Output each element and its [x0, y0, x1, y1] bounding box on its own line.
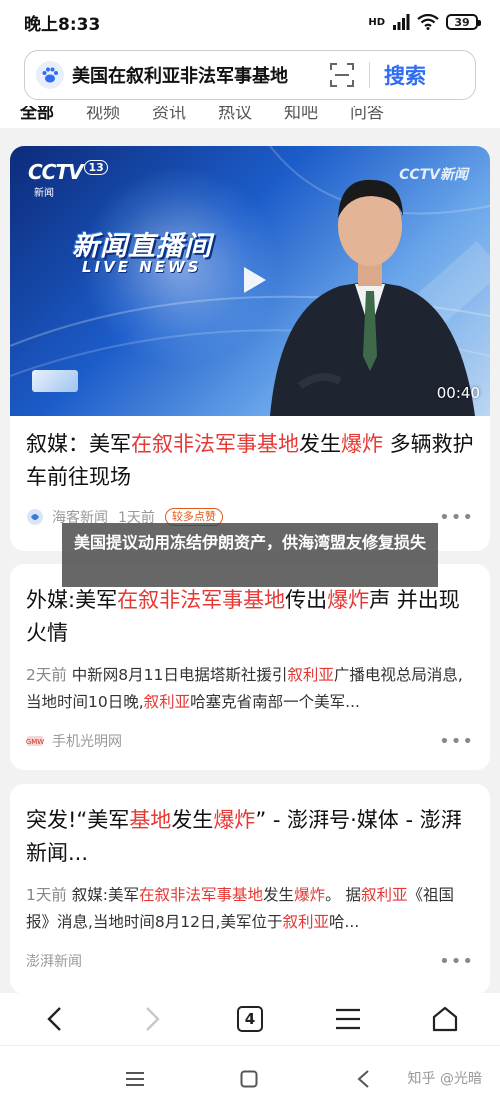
cellular-signal-icon [393, 14, 410, 30]
paw-icon [36, 61, 64, 89]
overlay-caption: 美国提议动用冻结伊朗资产，供海湾盟友修复损失 [62, 523, 438, 587]
svg-text:GMW: GMW [26, 738, 44, 746]
tab-qa[interactable]: 问答 [350, 106, 384, 123]
system-back-button[interactable] [348, 1066, 378, 1092]
result-source[interactable]: 澎湃新闻 [26, 951, 82, 971]
result-snippet: 2天前 中新网8月11日电据塔斯社援引叙利亚广播电视总局消息,当地时间10日晚,… [26, 666, 463, 711]
tab-all[interactable]: 全部 [20, 106, 54, 123]
system-back-icon [357, 1070, 369, 1088]
search-box[interactable]: 美国在叙利亚非法军事基地 搜索 [24, 50, 476, 100]
scan-icon[interactable] [329, 62, 355, 88]
chevron-left-icon [47, 1007, 61, 1031]
search-button[interactable]: 搜索 [384, 60, 426, 90]
result-meta: GMW 手机光明网 ••• [10, 730, 490, 752]
system-home-button[interactable] [234, 1066, 264, 1092]
recent-apps-icon [126, 1072, 144, 1086]
category-tabs: 全部 视频 资讯 热议 知吧 问答 [0, 106, 500, 128]
video-thumbnail[interactable]: CCTV 13 新闻 CCTV新闻 新闻直播间 LIVE NEWS 00:40 [10, 146, 490, 416]
tab-news[interactable]: 资讯 [152, 106, 186, 123]
chevron-right-icon [146, 1007, 161, 1031]
wifi-icon [417, 14, 439, 30]
source-logo-icon: GMW [26, 736, 44, 746]
tabs-button[interactable]: 4 [225, 999, 275, 1039]
status-bar: 晚上8:33 HD 39 [0, 0, 500, 44]
tab-count-icon: 4 [236, 1006, 263, 1032]
more-options-icon[interactable]: ••• [439, 951, 474, 972]
tab-video[interactable]: 视频 [86, 106, 120, 123]
result-title[interactable]: 突发!“美军基地发生爆炸” - 澎湃号·媒体 - 澎湃新闻... [10, 804, 490, 870]
news-anchor-figure [270, 179, 475, 416]
battery-icon: 39 [446, 14, 481, 30]
result-card[interactable]: CCTV13 新闻 CCTV新闻 新闻直播间 LIVE NEWS 00:40 [10, 146, 490, 551]
menu-button[interactable] [323, 999, 373, 1039]
tab-zhiba[interactable]: 知吧 [284, 106, 318, 123]
corner-graphic [32, 370, 78, 392]
more-options-icon[interactable]: ••• [439, 731, 474, 752]
search-header: 美国在叙利亚非法军事基地 搜索 [0, 44, 500, 106]
result-card[interactable]: 外媒:美军在叙非法军事基地传出爆炸声 并出现火情 2天前 中新网8月11日电据塔… [10, 564, 490, 770]
search-input[interactable]: 美国在叙利亚非法军事基地 [72, 62, 317, 88]
square-home-icon [240, 1070, 258, 1088]
status-time: 晚上8:33 [24, 14, 101, 35]
search-divider [369, 62, 370, 88]
browser-toolbar: 4 [0, 993, 500, 1045]
menu-icon [335, 1008, 360, 1030]
tab-discussion[interactable]: 热议 [218, 106, 252, 123]
result-title[interactable]: 外媒:美军在叙非法军事基地传出爆炸声 并出现火情 [10, 584, 490, 650]
program-subtitle: LIVE NEWS [82, 258, 202, 276]
system-navigation-bar: 知乎 @光暗 [0, 1045, 500, 1111]
watermark: 知乎 @光暗 [407, 1071, 482, 1087]
video-duration: 00:40 [436, 384, 480, 402]
recent-apps-button[interactable] [120, 1066, 150, 1092]
result-title[interactable]: 叙媒：美军在叙非法军事基地发生爆炸 多辆救护车前往现场 [10, 428, 490, 494]
result-source[interactable]: 手机光明网 [52, 731, 122, 751]
forward-button[interactable] [127, 999, 177, 1039]
result-meta: 澎湃新闻 ••• [10, 950, 490, 972]
more-options-icon[interactable]: ••• [439, 507, 474, 528]
result-snippet: 1天前 叙媒:美军在叙非法军事基地发生爆炸。 据叙利亚《祖国报》消息,当地时间8… [26, 886, 455, 931]
home-button[interactable] [420, 999, 470, 1039]
cctv13-logo: CCTV 13 新闻 [28, 160, 108, 199]
result-card[interactable]: 突发!“美军基地发生爆炸” - 澎湃号·媒体 - 澎湃新闻... 1天前 叙媒:… [10, 784, 490, 993]
source-logo-icon [27, 509, 43, 525]
back-button[interactable] [30, 999, 80, 1039]
play-icon[interactable] [232, 260, 272, 300]
status-icons: HD 39 [368, 14, 481, 30]
network-type-label: HD [368, 16, 385, 28]
home-icon [433, 1006, 458, 1032]
